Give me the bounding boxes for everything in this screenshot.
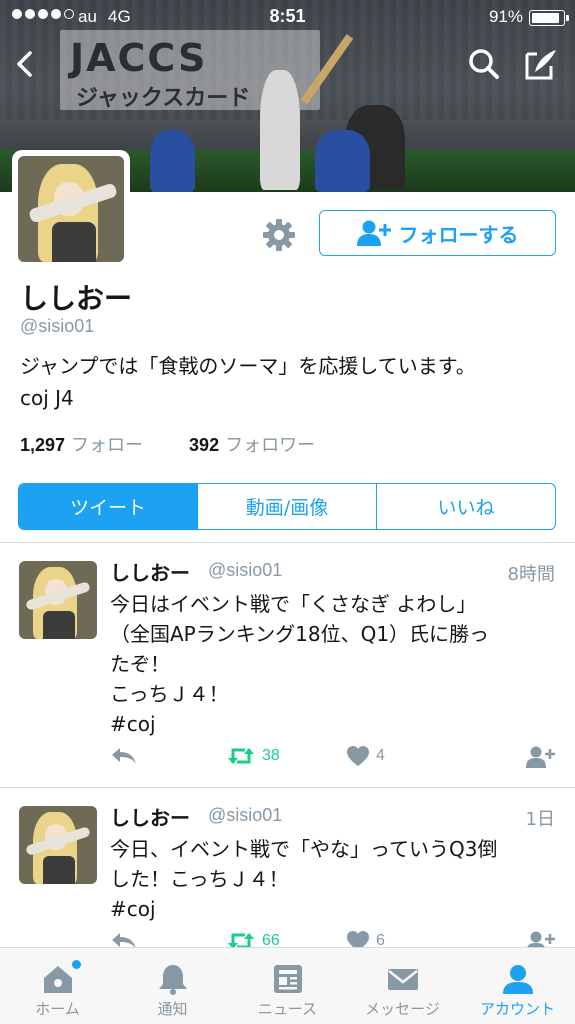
- tweet-author-name: ししおー: [110, 806, 190, 830]
- tweet-avatar[interactable]: [19, 806, 97, 884]
- followers-count: 392: [189, 435, 220, 455]
- tab-label: アカウント: [479, 1000, 555, 1018]
- settings-gear-icon[interactable]: [262, 218, 296, 252]
- tab-messages[interactable]: メッセージ: [345, 948, 460, 1024]
- home-icon: [43, 966, 72, 993]
- tweet-text: 今日、イベント戦で「やな」っていうQ3倒 した！こっちＪ４！ #coj: [110, 837, 498, 921]
- retweet-count: 38: [262, 747, 280, 764]
- reply-button[interactable]: [110, 745, 138, 767]
- profile-stats: 1,297 フォロー 392 フォロワー: [20, 431, 315, 457]
- status-bar: au 4G 8:51 91%: [0, 0, 575, 34]
- add-user-icon: [356, 220, 391, 246]
- tab-media[interactable]: 動画/画像: [197, 484, 376, 529]
- bio-line: ジャンプでは「食戟のソーマ」を応援しています。: [20, 354, 476, 378]
- tab-home[interactable]: ホーム: [0, 948, 115, 1024]
- bottom-tab-bar: ホーム 通知 ニュース メッセージ アカウント: [0, 947, 575, 1024]
- profile-display-name: ししおー: [20, 282, 133, 315]
- heart-icon: [347, 931, 369, 948]
- retweet-count: 66: [262, 932, 280, 948]
- tab-likes[interactable]: いいね: [376, 484, 555, 529]
- tab-label: 通知: [157, 1000, 188, 1018]
- reply-button[interactable]: [110, 930, 138, 948]
- reply-icon: [112, 748, 136, 764]
- tweet-author-handle: @sisio01: [208, 560, 283, 580]
- retweet-button[interactable]: 38: [226, 745, 280, 767]
- bell-icon: [158, 965, 187, 995]
- retweet-button[interactable]: 66: [226, 930, 280, 948]
- battery-percent: 91%: [488, 7, 523, 26]
- follow-button[interactable]: フォローする: [319, 210, 556, 256]
- tweet-actions: 38 4: [0, 745, 575, 775]
- tab-notifications[interactable]: 通知: [115, 948, 230, 1024]
- add-user-icon: [526, 746, 555, 768]
- like-button[interactable]: 6: [346, 930, 385, 948]
- tweet-avatar[interactable]: [19, 561, 97, 639]
- follow-button-label: フォローする: [398, 222, 519, 247]
- following-stat[interactable]: 1,297 フォロー: [20, 431, 143, 457]
- search-icon[interactable]: [466, 46, 502, 82]
- notification-dot: [72, 960, 81, 969]
- compose-icon[interactable]: [523, 46, 559, 82]
- news-icon: [273, 965, 302, 993]
- profile-tabs: ツイート 動画/画像 いいね: [18, 483, 556, 530]
- profile-handle: @sisio01: [20, 316, 95, 336]
- tab-label: ニュース: [257, 1000, 318, 1018]
- following-label: フォロー: [71, 435, 144, 456]
- envelope-icon: [387, 969, 418, 990]
- bio-line: coj J4: [20, 386, 74, 410]
- like-button[interactable]: 4: [346, 745, 385, 767]
- back-icon[interactable]: [8, 46, 44, 82]
- followers-stat[interactable]: 392 フォロワー: [189, 431, 315, 457]
- person-icon: [502, 965, 533, 994]
- follow-author-button[interactable]: [526, 745, 556, 769]
- retweet-icon: [228, 748, 254, 764]
- like-count: 6: [376, 932, 385, 948]
- tweet-actions: 66 6: [0, 930, 575, 948]
- retweet-icon: [228, 933, 254, 948]
- followers-label: フォロワー: [225, 435, 316, 456]
- tweet[interactable]: ししおー @sisio01 1日 今日、イベント戦で「やな」っていうQ3倒 した…: [0, 788, 575, 948]
- banner-ad-logo: JACCS: [70, 36, 208, 80]
- battery-icon: [529, 10, 569, 26]
- add-user-icon: [526, 931, 555, 948]
- profile-bio: ジャンプでは「食戟のソーマ」を応援しています。 coj J4: [20, 350, 560, 414]
- tweet-author-handle: @sisio01: [208, 805, 283, 825]
- banner-ad-sub: ジャックスカード: [76, 86, 251, 111]
- following-count: 1,297: [20, 435, 66, 455]
- reply-icon: [112, 933, 136, 948]
- tab-label: メッセージ: [365, 1000, 440, 1018]
- heart-icon: [347, 746, 369, 766]
- tab-account[interactable]: アカウント: [460, 948, 575, 1024]
- tweet-author-name: ししおー: [110, 561, 190, 585]
- tweet-timestamp: 8時間: [507, 564, 555, 585]
- tweet-text: 今日はイベント戦で「くさなぎ よわし」 （全国APランキング18位、Q1）氏に勝…: [110, 592, 490, 736]
- follow-author-button[interactable]: [526, 930, 556, 948]
- tab-news[interactable]: ニュース: [230, 948, 345, 1024]
- like-count: 4: [376, 747, 385, 764]
- tweet-timestamp: 1日: [525, 809, 555, 830]
- tab-tweets[interactable]: ツイート: [19, 484, 197, 529]
- tab-label: ホーム: [35, 1000, 80, 1018]
- tweet[interactable]: ししおー @sisio01 8時間 今日はイベント戦で「くさなぎ よわし」 （全…: [0, 543, 575, 787]
- profile-avatar[interactable]: [12, 150, 130, 268]
